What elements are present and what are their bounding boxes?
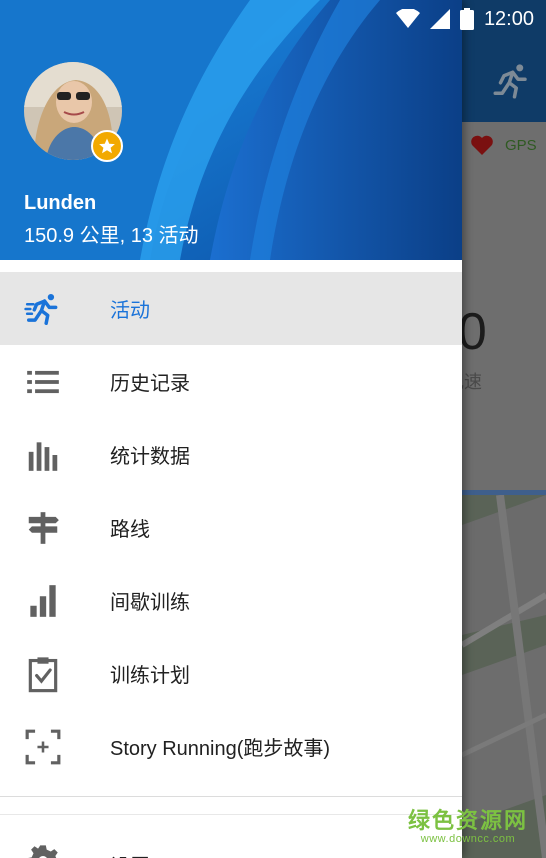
star-badge (91, 130, 123, 162)
menu-item-label: Story Running(跑步故事) (110, 738, 331, 760)
menu-item-training-plan[interactable]: 训练计划 (0, 637, 462, 710)
navigation-drawer[interactable]: Lunden 150.9 公里, 13 活动 活动 历史记录 统计数据 路线 间… (0, 0, 462, 858)
cell-signal-icon (429, 9, 450, 29)
menu-item-label: 统计数据 (110, 446, 190, 468)
heart-icon (471, 135, 493, 155)
list-icon (27, 370, 59, 393)
menu-item-label: 历史记录 (110, 373, 190, 395)
menu-divider (0, 796, 462, 797)
menu-item-label: 训练计划 (110, 665, 190, 687)
gear-icon (28, 845, 58, 858)
user-stats: 150.9 公里, 13 活动 (24, 225, 199, 247)
status-bar: 12:00 (0, 0, 546, 38)
menu-item-interval-training[interactable]: 间歇训练 (0, 564, 462, 637)
gps-label: GPS (505, 137, 537, 154)
menu-divider (0, 814, 462, 815)
signal-bars-icon (30, 584, 56, 617)
menu-item-label: 间歇训练 (110, 592, 190, 614)
signpost-icon (28, 511, 59, 544)
watermark-title: 绿色资源网 (408, 808, 529, 833)
drawer-menu: 活动 历史记录 统计数据 路线 间歇训练 训练计划 Story Running(… (0, 272, 462, 783)
drawer-header: Lunden 150.9 公里, 13 活动 (0, 0, 462, 260)
menu-item-story-running[interactable]: Story Running(跑步故事) (0, 710, 462, 783)
menu-item-settings[interactable]: 设置 (0, 830, 462, 858)
user-name: Lunden (24, 192, 97, 214)
clipboard-check-icon (28, 656, 58, 692)
focus-plus-icon (25, 729, 61, 764)
menu-item-label: 活动 (110, 300, 150, 322)
bar-chart-icon (28, 441, 58, 471)
status-icons: 12:00 (395, 6, 534, 32)
battery-icon (459, 8, 474, 30)
menu-item-activity[interactable]: 活动 (0, 272, 462, 345)
watermark: 绿色资源网 www.downcc.com (408, 803, 528, 845)
clock: 12:00 (483, 7, 534, 30)
menu-item-routes[interactable]: 路线 (0, 491, 462, 564)
watermark-url: www.downcc.com (420, 833, 516, 845)
settings-label: 设置 (110, 850, 150, 858)
menu-item-history[interactable]: 历史记录 (0, 345, 462, 418)
running-icon[interactable] (490, 60, 532, 102)
wifi-icon (395, 9, 420, 28)
star-icon (99, 138, 115, 154)
menu-item-label: 路线 (110, 519, 150, 541)
running-icon (24, 293, 58, 325)
menu-item-statistics[interactable]: 统计数据 (0, 418, 462, 491)
